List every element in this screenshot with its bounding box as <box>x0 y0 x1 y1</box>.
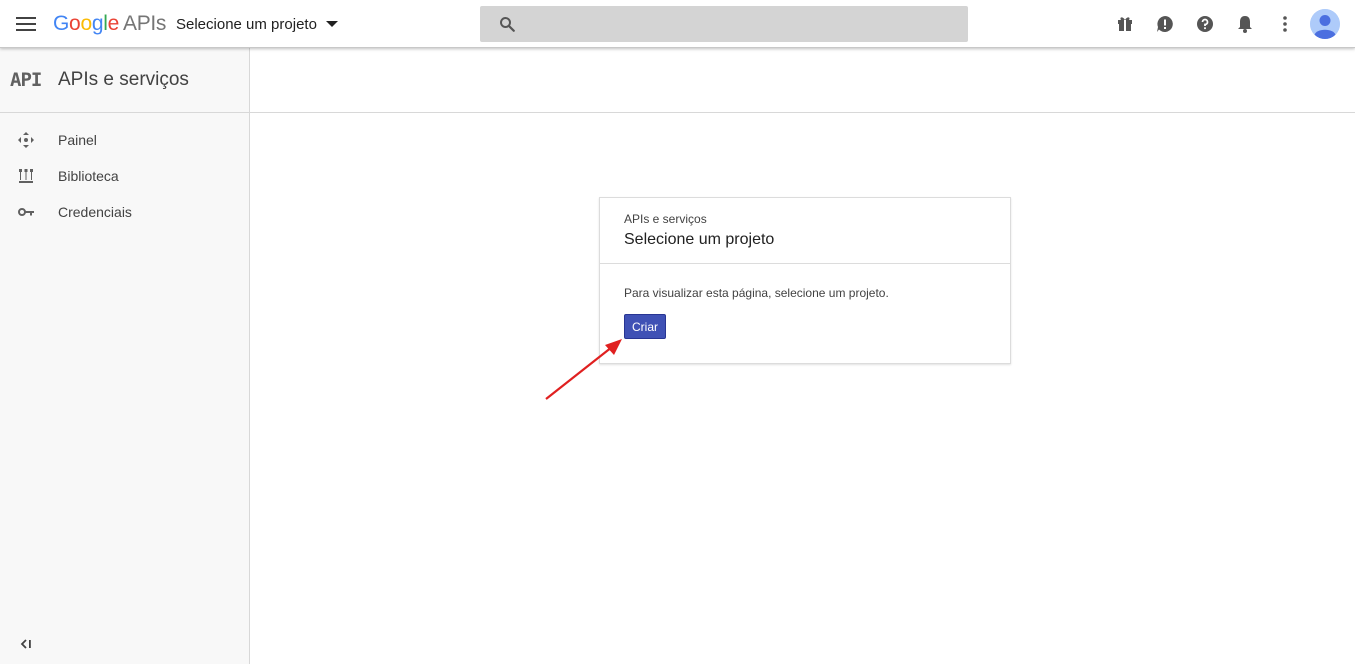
key-icon <box>0 207 58 217</box>
dropdown-caret-icon <box>325 21 338 27</box>
api-logo-icon: API <box>10 69 42 91</box>
avatar-person-icon <box>1310 9 1340 39</box>
main-header-divider <box>250 112 1355 113</box>
select-project-card: APIs e serviços Selecione um projeto Par… <box>599 197 1011 364</box>
feedback-button[interactable] <box>1145 4 1185 44</box>
search-bar[interactable] <box>480 6 968 42</box>
gift-icon <box>1118 17 1132 31</box>
card-body: Para visualizar esta página, selecione u… <box>600 264 1010 339</box>
gift-button[interactable] <box>1105 4 1145 44</box>
logo-letter: e <box>107 12 120 35</box>
google-apis-logo[interactable]: Google APIs <box>53 12 166 36</box>
card-message: Para visualizar esta página, selecione u… <box>624 286 889 300</box>
feedback-icon <box>1157 16 1173 32</box>
sidebar: API APIs e serviços Painel Biblioteca Cr… <box>0 48 250 664</box>
logo-apis-text: APIs <box>122 12 167 35</box>
account-avatar[interactable] <box>1310 9 1340 39</box>
menu-button[interactable] <box>10 8 42 40</box>
menu-icon <box>16 17 36 31</box>
top-app-bar: Google APIs Selecione um projeto <box>0 0 1355 48</box>
card-title: Selecione um projeto <box>624 231 775 248</box>
sidebar-item-credenciais[interactable]: Credenciais <box>0 194 249 230</box>
help-icon <box>1197 16 1213 32</box>
library-icon <box>0 169 58 183</box>
search-icon <box>500 17 515 32</box>
notifications-icon <box>1238 16 1252 33</box>
sidebar-title: APIs e serviços <box>58 69 189 90</box>
search-input[interactable] <box>528 9 968 39</box>
sidebar-item-painel[interactable]: Painel <box>0 122 249 158</box>
sidebar-item-biblioteca[interactable]: Biblioteca <box>0 158 249 194</box>
card-header: APIs e serviços Selecione um projeto <box>600 198 1010 264</box>
sidebar-item-label: Biblioteca <box>58 168 119 184</box>
collapse-sidebar-button[interactable] <box>16 634 36 654</box>
more-vert-icon <box>1283 16 1287 32</box>
notifications-button[interactable] <box>1225 4 1265 44</box>
more-options-button[interactable] <box>1265 4 1305 44</box>
sidebar-nav: Painel Biblioteca Credenciais <box>0 113 249 230</box>
logo-letter: o <box>69 12 81 35</box>
logo-letter: G <box>53 12 70 35</box>
create-project-button[interactable]: Criar <box>624 314 666 339</box>
logo-letter: o <box>80 12 92 35</box>
collapse-icon <box>20 639 31 649</box>
dashboard-icon <box>0 132 58 148</box>
sidebar-header: API APIs e serviços <box>0 48 249 113</box>
card-overline: APIs e serviços <box>624 212 707 226</box>
project-picker-label: Selecione um projeto <box>176 15 317 33</box>
top-actions <box>1105 0 1355 48</box>
sidebar-item-label: Credenciais <box>58 204 132 220</box>
help-button[interactable] <box>1185 4 1225 44</box>
logo-letter: g <box>91 12 104 35</box>
sidebar-item-label: Painel <box>58 132 97 148</box>
project-picker[interactable]: Selecione um projeto <box>168 8 346 40</box>
